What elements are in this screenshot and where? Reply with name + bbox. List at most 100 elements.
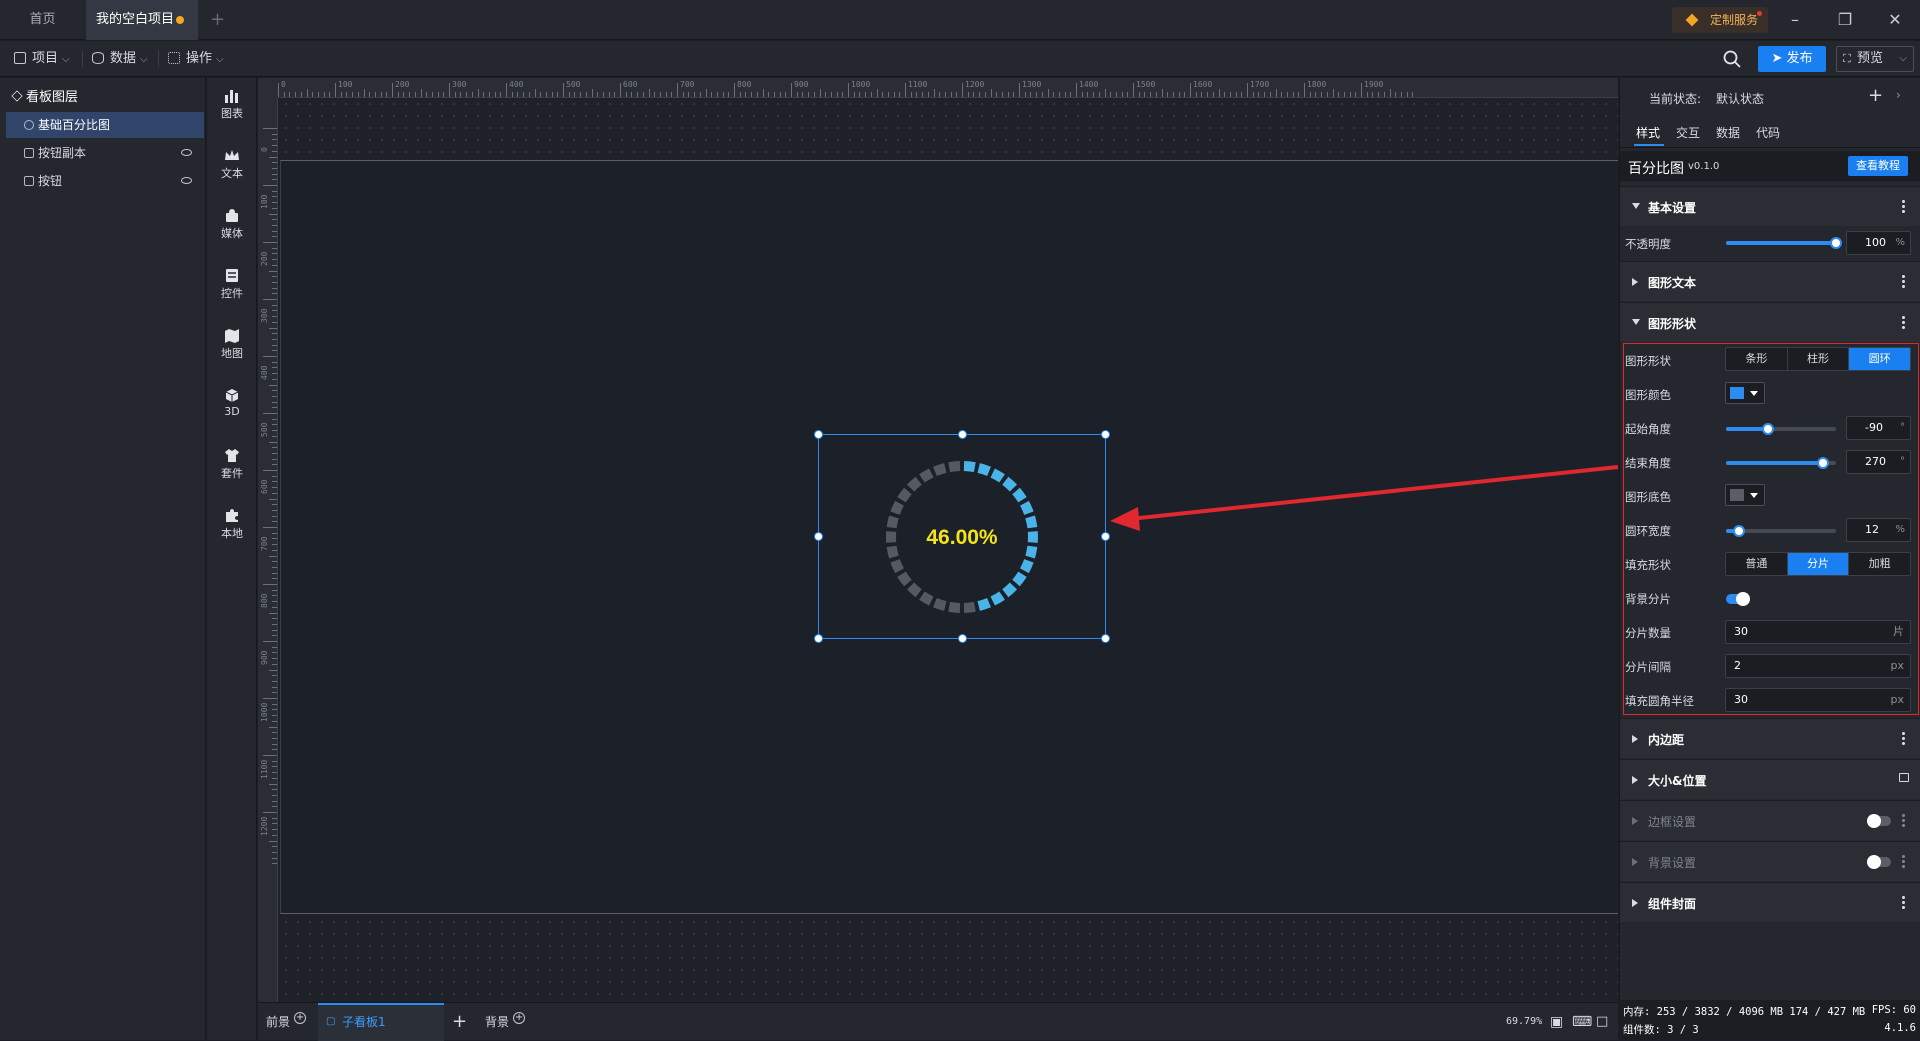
tab-home[interactable]: 首页 [0,0,85,40]
slice-gap-input[interactable]: 2 px [1725,654,1911,678]
menu-data[interactable]: 数据 ⌵ [92,41,148,77]
resize-handle[interactable] [958,634,967,643]
comp-map[interactable]: 地图 [207,328,257,361]
comp-control[interactable]: 控件 [207,268,257,301]
panel-tabs: 样式 交互 数据 代码 [1620,120,1920,148]
menu-project[interactable]: 项目 ⌵ [14,41,70,77]
resize-handle[interactable] [814,532,823,541]
tab-interaction[interactable]: 交互 [1676,124,1700,141]
section-size-position[interactable]: 大小&位置 [1620,759,1920,799]
slider-knob[interactable] [1761,423,1774,435]
ruler-tick [409,92,411,97]
start-angle-input[interactable]: -90 ° [1846,416,1911,440]
fit-screen-icon[interactable]: ▣ [1550,1003,1563,1041]
tab-style[interactable]: 样式 [1636,124,1660,141]
foreground-tab[interactable]: 前景 + [266,1003,307,1041]
opacity-input[interactable]: 100 % [1846,231,1911,255]
shape-option-bar[interactable]: 条形 [1726,348,1788,370]
slider-knob[interactable] [1733,525,1746,537]
resize-handle[interactable] [958,430,967,439]
ruler-tick [329,92,331,97]
slider-knob[interactable] [1830,237,1842,249]
custom-service-button[interactable]: 定制服务 [1672,7,1768,33]
zoom-level[interactable]: 69.79% [1506,1003,1542,1041]
section-shape-text[interactable]: 图形文本 [1620,261,1920,301]
state-value[interactable]: 默认状态 [1716,90,1764,107]
ruler-tick [272,316,277,318]
border-toggle[interactable] [1867,814,1891,828]
shape-option-column[interactable]: 柱形 [1788,348,1850,370]
comp-local[interactable]: 本地 [207,508,257,541]
tab-project[interactable]: 我的空白项目 [86,0,198,40]
add-state-icon[interactable]: + [1868,85,1883,106]
tab-data[interactable]: 数据 [1716,124,1740,141]
layer-item-button-copy[interactable]: 按钮副本 [6,140,204,166]
menu-operation[interactable]: 操作 ⌵ [168,41,224,77]
restore-icon[interactable]: ❐ [1822,0,1868,40]
chevron-right-icon[interactable]: › [1896,88,1901,102]
fill-option-bold[interactable]: 加粗 [1849,553,1910,575]
close-icon[interactable]: ✕ [1872,0,1918,40]
section-background[interactable]: 背景设置 [1620,841,1920,881]
more-vertical-icon[interactable] [1902,813,1905,828]
comp-text[interactable]: 文本 [207,148,257,181]
background-tab[interactable]: 背景 + [485,1003,526,1041]
ring-width-input[interactable]: 12 % [1846,518,1911,542]
more-vertical-icon[interactable] [1902,199,1905,214]
section-cover[interactable]: 组件封面 [1620,882,1920,922]
end-angle-slider[interactable] [1726,457,1836,469]
preview-button[interactable]: 预览 ⛶ ⌵ [1836,46,1914,72]
more-vertical-icon[interactable] [1902,895,1905,910]
comp-media[interactable]: 媒体 [207,208,257,241]
tab-code[interactable]: 代码 [1756,124,1780,141]
keyboard-icon[interactable]: ⌨ [1572,1003,1592,1041]
add-board-icon[interactable]: + [452,1003,467,1041]
shape-option-ring[interactable]: 圆环 [1849,348,1911,370]
section-border[interactable]: 边框设置 [1620,800,1920,840]
tutorial-button[interactable]: 查看教程 [1848,156,1908,176]
bg-slices-toggle[interactable] [1726,592,1750,606]
resize-handle[interactable] [1101,430,1110,439]
add-circle-icon[interactable]: + [294,1012,307,1024]
section-padding[interactable]: 内边距 [1620,718,1920,758]
ruler-tick [688,92,690,97]
comp-kit[interactable]: 套件 [207,448,257,481]
start-angle-slider[interactable] [1726,423,1836,435]
search-icon[interactable] [1722,49,1742,69]
fill-option-slice[interactable]: 分片 [1787,553,1850,575]
base-color-picker[interactable] [1725,484,1765,506]
fill-option-normal[interactable]: 普通 [1726,553,1788,575]
more-vertical-icon[interactable] [1902,274,1905,289]
eye-hidden-icon[interactable] [181,149,192,156]
section-shape[interactable]: 图形形状 [1620,302,1920,342]
terminal-icon[interactable]: □ [1596,1003,1608,1041]
resize-handle[interactable] [1101,634,1110,643]
minimize-icon[interactable]: – [1772,0,1818,40]
add-tab-icon[interactable]: + [210,0,230,40]
slice-count-input[interactable]: 30 片 [1725,620,1911,644]
opacity-slider[interactable] [1726,237,1842,249]
more-vertical-icon[interactable] [1902,854,1905,869]
eye-hidden-icon[interactable] [181,177,192,184]
shape-color-picker[interactable] [1725,382,1765,404]
end-angle-input[interactable]: 270 ° [1846,450,1911,474]
fill-radius-input[interactable]: 30 px [1725,688,1911,712]
layer-item-button[interactable]: 按钮 [6,168,204,194]
background-toggle[interactable] [1867,855,1891,869]
ring-width-slider[interactable] [1726,525,1836,537]
slider-knob[interactable] [1816,457,1829,469]
resize-handle[interactable] [814,430,823,439]
more-vertical-icon[interactable] [1902,315,1905,330]
subboard-tab[interactable]: ▢ 子看板1 [318,1003,444,1041]
add-circle-icon[interactable]: + [513,1012,526,1024]
publish-button[interactable]: ➤ 发布 [1758,46,1826,72]
layer-item-percent-chart[interactable]: 基础百分比图 [6,112,204,138]
ring-segment-filled [977,598,991,611]
section-basic[interactable]: 基本设置 [1620,186,1920,226]
resize-handle[interactable] [814,634,823,643]
more-vertical-icon[interactable] [1902,731,1905,746]
comp-3d[interactable]: 3D [207,388,257,418]
lock-icon[interactable] [1899,773,1909,782]
menu-data-label: 数据 [110,51,137,66]
comp-chart[interactable]: 图表 [207,88,257,121]
